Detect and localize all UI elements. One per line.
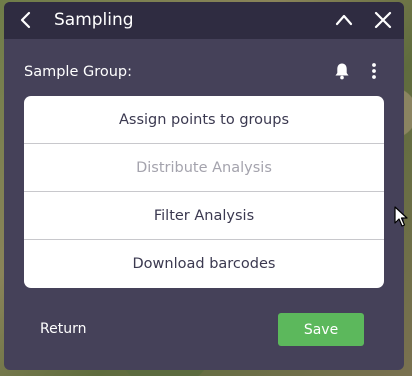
bell-icon[interactable]: [334, 62, 350, 80]
mouse-cursor-icon: [394, 206, 408, 227]
menu-item-assign-points[interactable]: Assign points to groups: [24, 96, 384, 144]
chevron-up-icon[interactable]: [334, 10, 354, 30]
menu-item-filter-analysis[interactable]: Filter Analysis: [24, 192, 384, 240]
action-menu: Assign points to groups Distribute Analy…: [24, 96, 384, 288]
save-button[interactable]: Save: [278, 313, 364, 346]
more-vertical-icon[interactable]: [370, 62, 378, 80]
menu-item-distribute-analysis: Distribute Analysis: [24, 144, 384, 192]
panel-header: Sampling: [4, 2, 404, 39]
chevron-left-icon[interactable]: [16, 10, 36, 30]
return-button[interactable]: Return: [40, 320, 86, 338]
sample-group-label: Sample Group:: [24, 64, 133, 80]
menu-item-download-barcodes[interactable]: Download barcodes: [24, 240, 384, 288]
sampling-panel: Sampling Sample Group: Assign points to …: [4, 2, 404, 370]
close-icon[interactable]: [373, 10, 393, 30]
panel-title: Sampling: [54, 10, 134, 30]
